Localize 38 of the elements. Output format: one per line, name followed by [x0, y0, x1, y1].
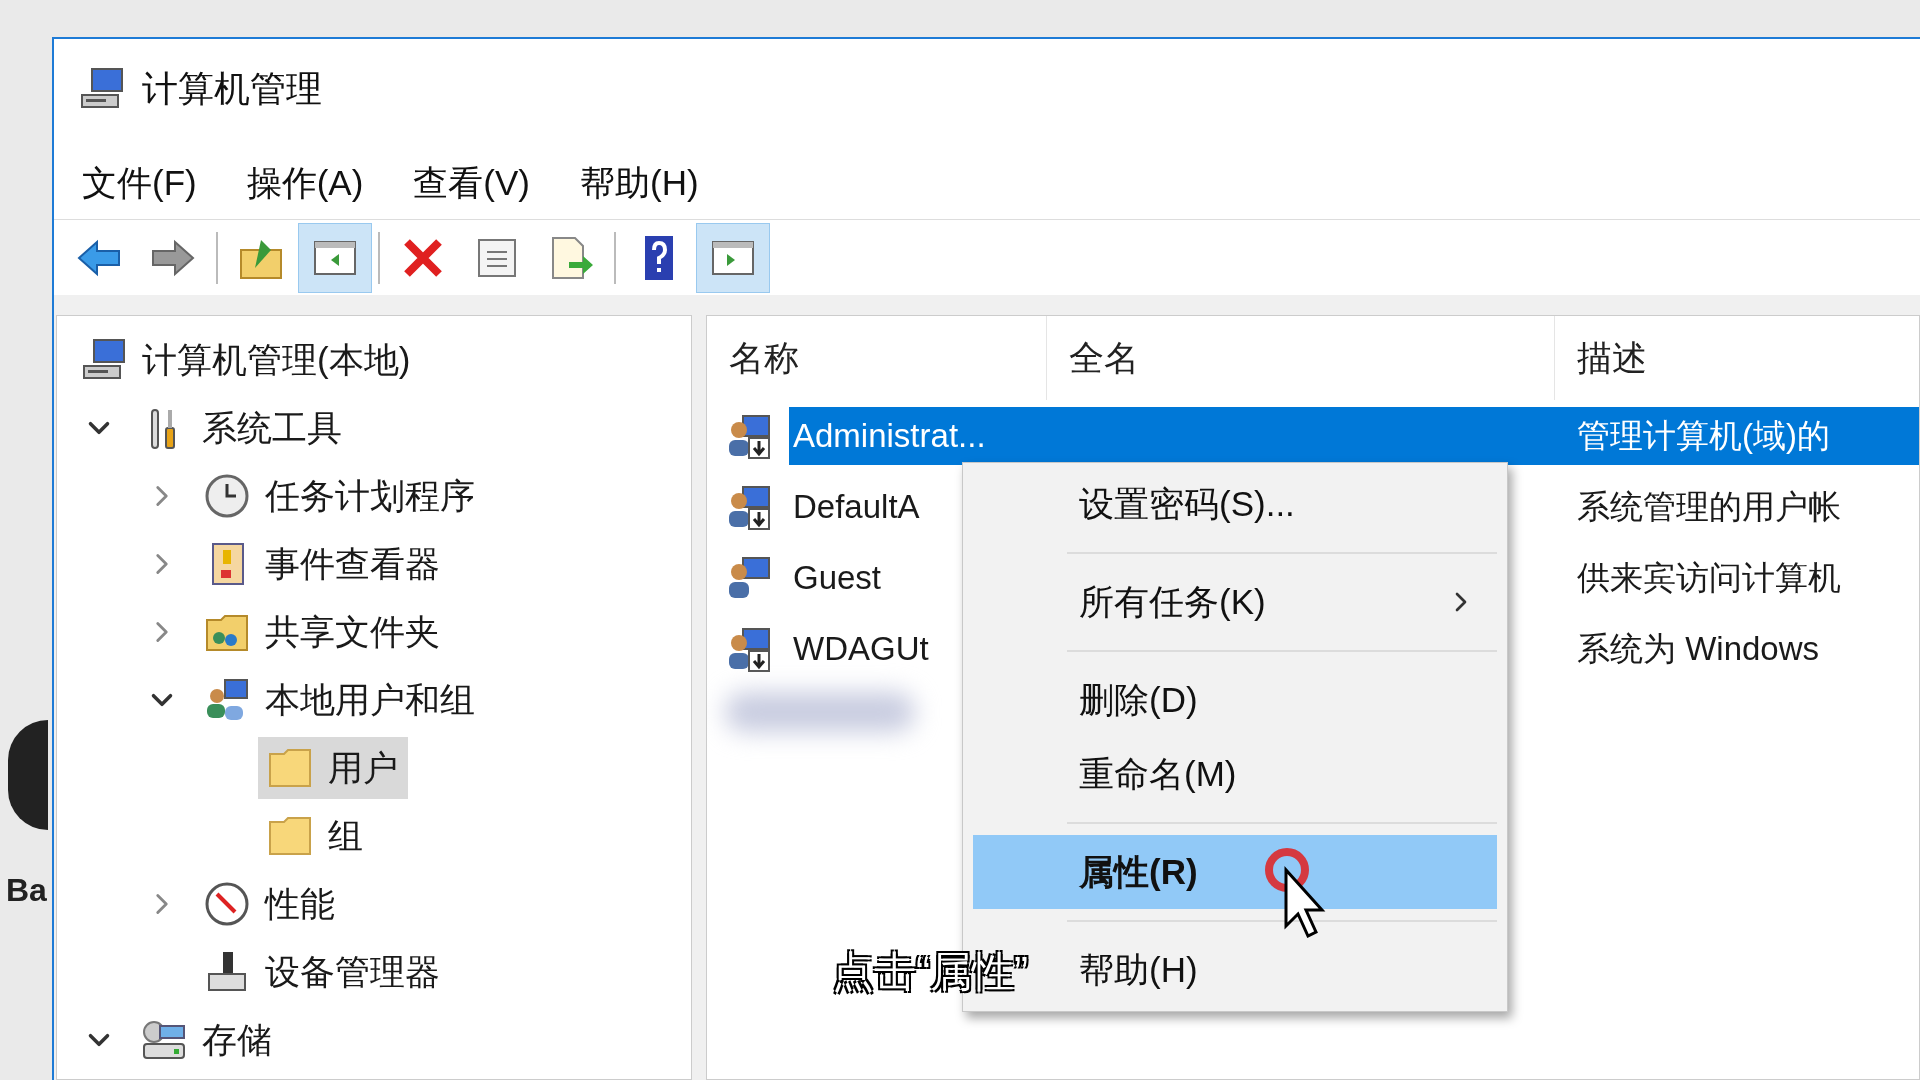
table-cell-text: WDAGUt [792, 628, 930, 669]
toolbar-button[interactable] [696, 222, 770, 293]
menu-item[interactable]: 所有任务(K) [1079, 575, 1445, 629]
column-header[interactable]: 全名 [1047, 316, 1555, 400]
video-caption: 点击“属性” [832, 947, 1028, 997]
menu-item[interactable]: 文件(F) [82, 156, 197, 210]
tree-item[interactable]: 设备管理器 [195, 941, 450, 1003]
desktop-icon-label: Ba [6, 871, 47, 910]
tree-item[interactable]: 任务计划程序 [195, 465, 485, 527]
table-cell-text: 管理计算机(域)的 [1576, 415, 1830, 456]
menu-item[interactable]: 操作(A) [246, 156, 364, 210]
menu-item[interactable]: 属性(R) [973, 835, 1497, 909]
tree-item[interactable]: 共享文件夹 [195, 601, 450, 663]
table-cell-text: Administrat... [792, 415, 987, 456]
column-header[interactable]: 描述 [1555, 316, 1919, 400]
tree-item[interactable]: 组 [258, 805, 373, 867]
menu-item[interactable]: 帮助(H) [580, 156, 699, 210]
table-cell-text: Guest [792, 557, 883, 598]
table-cell-text: 系统为 Windows [1576, 628, 1820, 669]
window-title: 计算机管理 [142, 67, 322, 111]
tree-item[interactable]: 存储 [132, 1009, 282, 1071]
menu-item[interactable]: 重命名(M) [1079, 747, 1477, 801]
clock-icon [203, 472, 251, 520]
tree-item[interactable]: 计算机管理(本地) [72, 329, 421, 391]
table-cell-text: 供来宾访问计算机 [1576, 557, 1841, 598]
tree-item[interactable]: 本地用户和组 [195, 669, 485, 731]
mouse-cursor-icon [1262, 848, 1326, 938]
tree-item[interactable]: 系统工具 [132, 397, 352, 459]
column-header[interactable]: 名称 [707, 316, 1047, 400]
gauge-icon [203, 880, 251, 928]
menu-item[interactable]: 删除(D) [1079, 673, 1477, 727]
tree-item[interactable]: 用户 [258, 737, 408, 799]
tree-item[interactable]: 事件查看器 [195, 533, 450, 595]
menu-item[interactable]: 设置密码(S)... [1079, 477, 1477, 531]
toolbar-button[interactable] [298, 222, 372, 293]
tree-item[interactable]: 性能 [195, 873, 345, 935]
menu-item[interactable]: 查看(V) [413, 156, 530, 210]
menu-item[interactable]: 帮助(H) [1079, 943, 1477, 997]
